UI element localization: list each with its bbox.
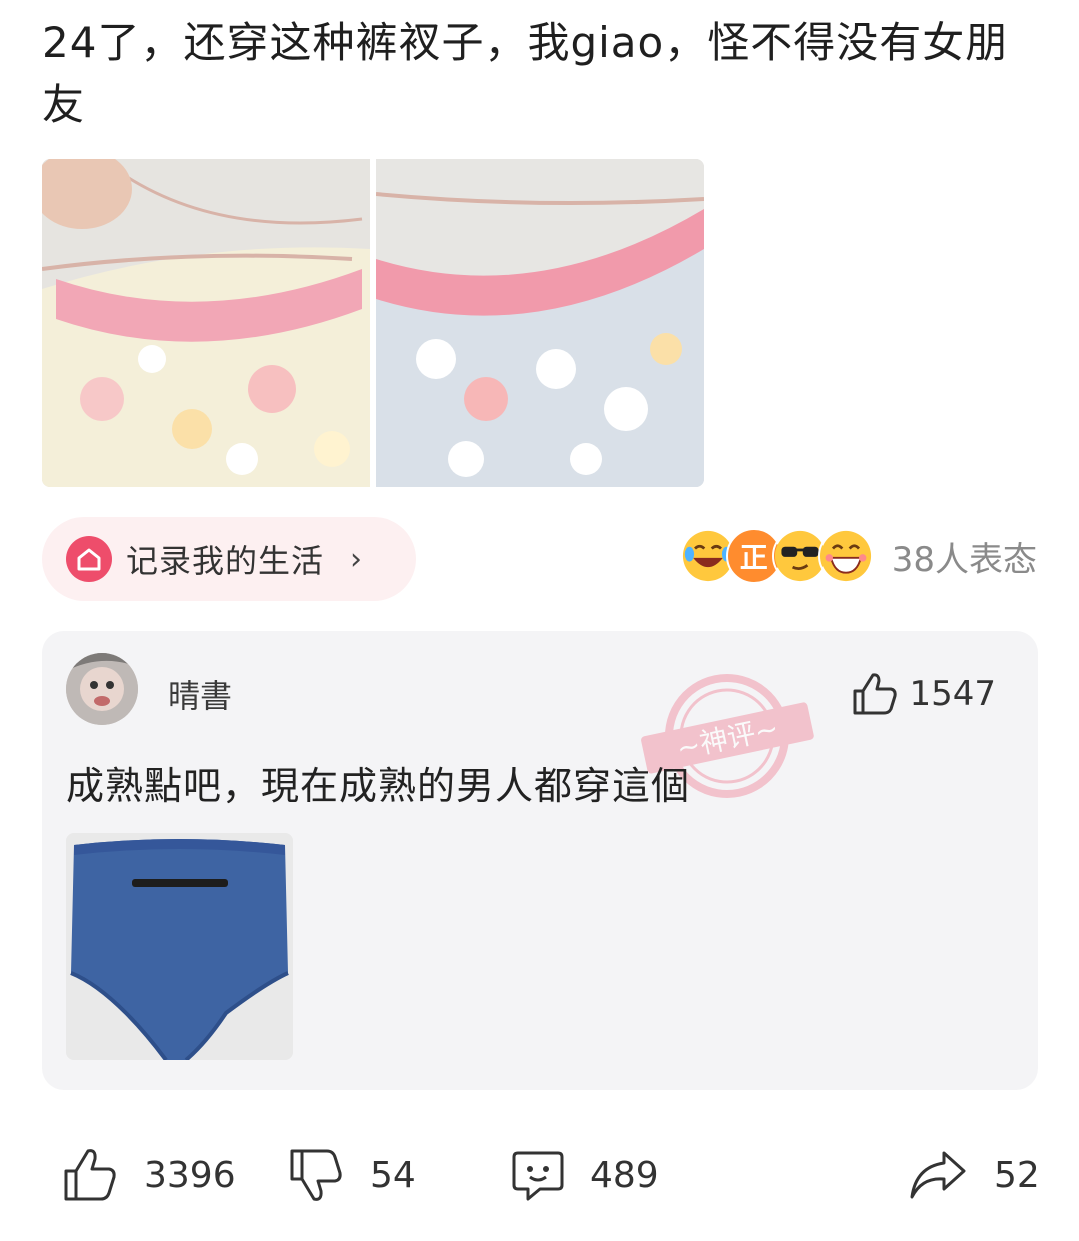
topic-chip[interactable]: 记录我的生活 ›: [42, 517, 416, 601]
comment-image[interactable]: [66, 833, 293, 1060]
share-arrow-icon: [910, 1151, 966, 1199]
post-photo-2[interactable]: [376, 159, 704, 487]
comment-text: 成熟點吧，現在成熟的男人都穿這個: [66, 764, 691, 808]
comment-like-button[interactable]: 1547: [851, 671, 996, 717]
emoji-stack: 正: [679, 528, 874, 584]
post-photo-1[interactable]: [42, 159, 370, 487]
like-count: 3396: [144, 1154, 236, 1196]
post-title: 24了，还穿这种裤衩子，我giao，怪不得没有女朋友: [42, 18, 1009, 129]
home-icon: [66, 536, 112, 582]
chevron-right-icon: ›: [350, 541, 363, 577]
like-button[interactable]: 3396: [62, 1140, 236, 1210]
dislike-count: 54: [370, 1154, 416, 1196]
action-bar: 3396 54 489 52: [0, 1140, 1079, 1210]
comment-bubble-icon: [512, 1151, 564, 1201]
photo-grid: [42, 159, 704, 487]
comment-count: 489: [590, 1154, 659, 1196]
reaction-count: 38人表态: [891, 539, 1037, 580]
thumbs-up-icon: [853, 673, 898, 715]
commenter-name[interactable]: 晴書: [168, 671, 232, 717]
reaction-summary[interactable]: 正 38人表态: [679, 528, 1037, 584]
post-page: 24了，还穿这种裤衩子，我giao，怪不得没有女朋友 记录我的生活 › 正 38…: [0, 0, 1079, 1241]
share-count: 52: [994, 1154, 1040, 1196]
dislike-button[interactable]: 54: [288, 1140, 416, 1210]
avatar[interactable]: [66, 653, 138, 725]
grin-emoji-icon: [817, 528, 874, 584]
thumbs-up-icon: [64, 1149, 116, 1201]
god-comment-card[interactable]: 晴書 ~神评~ 1547 成熟點吧，現在成熟的男人都穿這個: [42, 631, 1038, 1090]
comment-like-count: 1547: [909, 674, 996, 714]
thumbs-down-icon: [290, 1149, 342, 1201]
topic-label: 记录我的生活: [126, 542, 325, 580]
share-button[interactable]: 52: [908, 1140, 1040, 1210]
comment-button[interactable]: 489: [512, 1140, 659, 1210]
zheng-emoji-label: 正: [739, 541, 768, 574]
